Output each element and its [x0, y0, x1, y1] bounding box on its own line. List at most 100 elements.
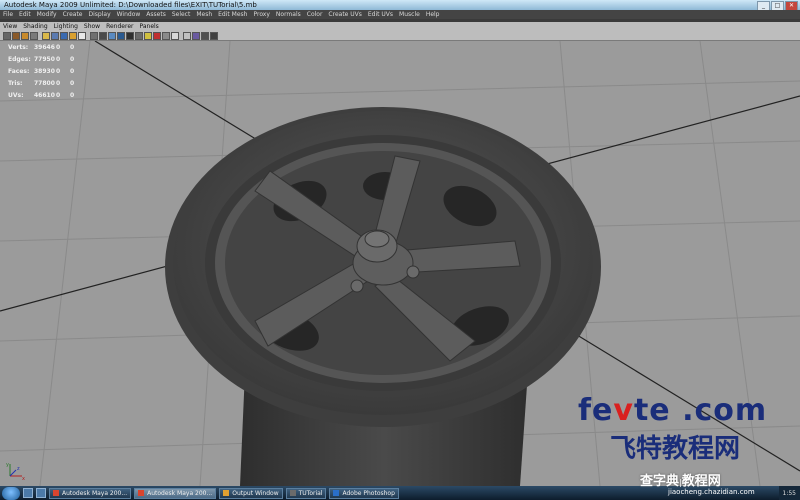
- menu-display[interactable]: Display: [86, 11, 114, 18]
- axis-x-label: x: [22, 476, 25, 480]
- hud-a: 0: [56, 92, 61, 99]
- menu-modify[interactable]: Modify: [34, 11, 60, 18]
- menu-edit[interactable]: Edit: [16, 11, 34, 18]
- quick-launch-icon[interactable]: [36, 488, 46, 498]
- axis-indicator-icon: y x z: [6, 462, 25, 480]
- axis-z-label: z: [17, 466, 20, 472]
- fevte-watermark: fevte .com 飞特教程网: [578, 393, 778, 465]
- quick-launch-icon[interactable]: [23, 488, 33, 498]
- menu-window[interactable]: Window: [114, 11, 144, 18]
- menu-muscle[interactable]: Muscle: [396, 11, 423, 18]
- task-output-window[interactable]: Output Window: [219, 487, 283, 499]
- folder-icon: [289, 490, 296, 496]
- toolbar-icon[interactable]: [90, 31, 98, 40]
- toolbar-icon[interactable]: [144, 31, 152, 40]
- maya-icon: [138, 490, 145, 496]
- toolbar-icon[interactable]: [171, 31, 179, 40]
- menu-color[interactable]: Color: [304, 11, 326, 18]
- toolbar-icon[interactable]: [12, 31, 20, 40]
- hud-a: 0: [56, 56, 61, 63]
- toolbar-separator: [39, 32, 41, 40]
- toolbar-icon[interactable]: [21, 31, 29, 40]
- hud-row: Tris: 77800 0 0: [8, 78, 84, 90]
- main-menubar: File Edit Modify Create Display Window Assets S…: [0, 10, 800, 19]
- menu-create-uvs[interactable]: Create UVs: [325, 11, 364, 18]
- window-title: Autodesk Maya 2009 Unlimited: D:\Downloa…: [4, 1, 257, 9]
- menu-assets[interactable]: Assets: [143, 11, 169, 18]
- hud-b: 0: [70, 44, 75, 51]
- toolbar-icon[interactable]: [135, 31, 143, 40]
- hud-label: UVs:: [8, 92, 24, 99]
- hud-row: Verts: 39646 0 0: [8, 42, 84, 54]
- hud-row: Edges: 77950 0 0: [8, 54, 84, 66]
- panel-menu-show[interactable]: Show: [81, 23, 103, 30]
- hud-b: 0: [70, 68, 75, 75]
- toolbar-icon[interactable]: [42, 31, 50, 40]
- watermark-cn: 飞特教程网: [610, 434, 741, 464]
- toolbar-icon[interactable]: [126, 31, 134, 40]
- maya-icon: [53, 490, 59, 496]
- panel-menu-renderer[interactable]: Renderer: [103, 23, 136, 30]
- hud-label: Tris:: [8, 80, 23, 87]
- hub-cap-top: [364, 230, 390, 248]
- toolbar-icon[interactable]: [3, 31, 11, 40]
- menu-mesh[interactable]: Mesh: [193, 11, 215, 18]
- chazidian-watermark: 查字典|教程网: [640, 474, 721, 489]
- hud-b: 0: [70, 56, 75, 63]
- toolbar-icon[interactable]: [51, 31, 59, 40]
- toolbar-icon[interactable]: [60, 31, 68, 40]
- toolbar-separator: [180, 32, 182, 40]
- task-tutorial-folder[interactable]: TUTorial: [285, 487, 327, 499]
- menu-edit-mesh[interactable]: Edit Mesh: [215, 11, 250, 18]
- toolbar-icon[interactable]: [69, 31, 77, 40]
- toolbar-icon[interactable]: [117, 31, 125, 40]
- hud-b: 0: [70, 92, 75, 99]
- hud-value: 38930: [34, 68, 55, 75]
- task-maya-2[interactable]: Autodesk Maya 200...: [134, 487, 217, 499]
- clock: 1:55: [782, 489, 796, 497]
- hud-a: 0: [56, 44, 61, 51]
- poly-count-hud: Verts: 39646 0 0 Edges: 77950 0 0 Faces: 38930 0 0 T…: [8, 42, 84, 102]
- hud-label: Edges:: [8, 56, 31, 63]
- toolbar-icon[interactable]: [210, 31, 218, 40]
- menu-normals[interactable]: Normals: [273, 11, 304, 18]
- toolbar-icon[interactable]: [162, 31, 170, 40]
- menu-file[interactable]: File: [0, 11, 16, 18]
- hud-value: 39646: [34, 44, 55, 51]
- menu-edit-uvs[interactable]: Edit UVs: [365, 11, 396, 18]
- hud-value: 46610: [34, 92, 55, 99]
- toolbar-icon[interactable]: [192, 31, 200, 40]
- hud-b: 0: [70, 80, 75, 87]
- chazidian-url: jiaocheng.chazidian.com: [668, 488, 755, 496]
- menu-create[interactable]: Create: [60, 11, 86, 18]
- system-tray: 1:55: [778, 486, 800, 500]
- panel-menu-panels[interactable]: Panels: [136, 23, 161, 30]
- panel-menu-lighting[interactable]: Lighting: [51, 23, 81, 30]
- task-maya-1[interactable]: Autodesk Maya 200...: [49, 487, 132, 499]
- hud-row: Faces: 38930 0 0: [8, 66, 84, 78]
- panel-toolbar: [0, 31, 800, 41]
- start-button[interactable]: [2, 486, 20, 500]
- hud-value: 77950: [34, 56, 55, 63]
- panel-menu-shading[interactable]: Shading: [20, 23, 50, 30]
- menu-select[interactable]: Select: [169, 11, 194, 18]
- hud-label: Verts:: [8, 44, 29, 51]
- menu-proxy[interactable]: Proxy: [250, 11, 272, 18]
- toolbar-icon[interactable]: [153, 31, 161, 40]
- toolbar-icon[interactable]: [78, 31, 86, 40]
- toolbar-icon[interactable]: [108, 31, 116, 40]
- output-icon: [223, 490, 230, 496]
- toolbar-icon[interactable]: [183, 31, 191, 40]
- toolbar-icon[interactable]: [30, 31, 38, 40]
- menu-help[interactable]: Help: [423, 11, 443, 18]
- hud-row: UVs: 46610 0 0: [8, 90, 84, 102]
- toolbar-separator: [87, 32, 89, 40]
- axis-y-label: y: [6, 462, 9, 468]
- toolbar-icon[interactable]: [201, 31, 209, 40]
- toolbar-icon[interactable]: [99, 31, 107, 40]
- hud-label: Faces:: [8, 68, 30, 75]
- panel-menu-view[interactable]: View: [0, 23, 20, 30]
- hud-a: 0: [56, 68, 61, 75]
- photoshop-icon: [333, 490, 340, 496]
- task-photoshop[interactable]: Adobe Photoshop: [329, 487, 399, 499]
